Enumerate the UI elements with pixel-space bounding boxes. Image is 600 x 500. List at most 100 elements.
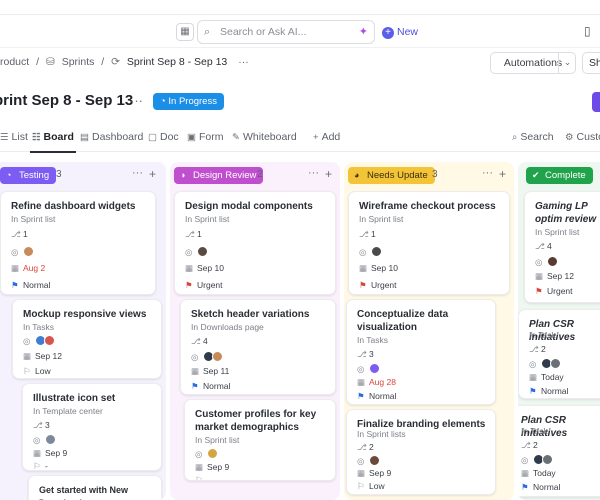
more-icon[interactable]: ··· [132, 167, 143, 179]
status-testing-icon: ◔ [6, 170, 12, 180]
avatar[interactable] [371, 246, 382, 257]
breadcrumb-current[interactable]: Sprint Sep 8 - Sep 13 [127, 56, 227, 68]
column-design-review: ◑ Design Review 2 ··· + Design modal comp… [170, 162, 340, 500]
breadcrumb-sprints[interactable]: Sprints [62, 56, 95, 68]
search-input[interactable]: ⌕ Search or Ask AI... ✦ [197, 20, 375, 44]
avatar[interactable] [197, 246, 208, 257]
column-testing: ◔ Testing 3 ··· + Refine dashboard widget… [0, 162, 166, 500]
avatar[interactable] [547, 256, 558, 267]
task-card[interactable]: Illustrate icon set In Template center ⎇… [22, 383, 162, 471]
avatar[interactable] [369, 455, 380, 466]
tab-whiteboard-label: Whiteboard [242, 131, 297, 143]
form-icon: ▣ [187, 132, 196, 143]
due-date: Sep 12 [35, 351, 62, 361]
clipboard-icon[interactable]: ▯ [584, 24, 591, 38]
calendar-icon: ▦ [357, 468, 366, 478]
column-header: ◑ Design Review 2 ··· + [170, 167, 340, 185]
task-card[interactable]: Plan CSR initiatives In Task ⎇ 2 ◎ ▦ Today… [518, 405, 600, 497]
card-title: Wireframe checkout process [359, 201, 496, 212]
due-date: Sep 12 [547, 271, 574, 281]
status-badge[interactable]: ✔ Complete [526, 167, 593, 184]
task-card[interactable]: Get started with New Download [28, 475, 162, 500]
calendar-icon: ▦ [185, 263, 194, 273]
page-title: print Sep 8 - Sep 13 [0, 92, 134, 109]
status-badge[interactable]: ◔ In Progress [153, 93, 224, 110]
tab-doc[interactable]: ▢ Doc [148, 131, 179, 143]
top-bar: ▦ ⌕ Search or Ask AI... ✦ + New ▯ [0, 14, 600, 48]
assignee-icon: ◎ [23, 336, 31, 346]
breadcrumb-more[interactable]: ··· [238, 56, 249, 68]
breadcrumb-separator: / [101, 56, 105, 68]
avatar[interactable] [45, 434, 56, 445]
avatar[interactable] [44, 335, 55, 346]
column-count: 3 [432, 169, 438, 180]
task-card[interactable]: Sketch header variations In Downloads pa… [180, 299, 336, 395]
avatar[interactable] [23, 246, 34, 257]
column-header: ◔ Testing 3 ··· + [0, 167, 166, 185]
breadcrumb: roduct / ⛁ Sprints / ⟳ Sprint Sep 8 - Se… [0, 56, 253, 72]
more-icon[interactable]: ··· [130, 93, 143, 108]
avatar[interactable] [550, 358, 561, 369]
assignee-icon: ◎ [535, 257, 543, 267]
column-header: ✔ Complete [518, 167, 600, 185]
tab-whiteboard[interactable]: ✎ Whiteboard [232, 131, 297, 143]
calendar-icon: ▦ [191, 366, 200, 376]
task-card[interactable]: Finalize branding elements In Sprint lis… [346, 409, 496, 495]
card-location: In Downloads page [191, 322, 264, 332]
more-icon[interactable]: ··· [482, 167, 493, 179]
avatar[interactable] [212, 351, 223, 362]
flag-icon: ⚐ [23, 366, 31, 376]
task-card[interactable]: Conceptualize data visualization In Task… [346, 299, 496, 405]
action-button[interactable] [592, 92, 600, 112]
ai-sparkle-icon: ✦ [358, 26, 368, 38]
tab-dashboard[interactable]: ▤ Dashboard [80, 131, 143, 143]
share-label: Sh [589, 57, 600, 69]
card-location: In Task [521, 426, 548, 436]
tab-form[interactable]: ▣ Form [187, 131, 223, 143]
task-card[interactable]: Plan CSR initiatives In Task ⎇ 2 ◎ ▦ Today… [518, 309, 600, 399]
share-button[interactable]: Sh [582, 52, 600, 74]
tab-board[interactable]: ☷ Board [30, 131, 76, 153]
priority-label: - [207, 475, 210, 481]
status-badge[interactable]: ◕ Needs Update [348, 167, 435, 184]
calendar-icon[interactable]: ▦ [176, 23, 194, 41]
flag-icon: ⚑ [521, 482, 529, 492]
column-title: Testing [19, 170, 50, 181]
task-card[interactable]: Design modal components In Sprint list ⎇… [174, 191, 336, 295]
assignee-icon: ◎ [195, 449, 203, 459]
due-date: Sep 10 [197, 263, 224, 273]
task-card[interactable]: Customer profiles for key market demogra… [184, 399, 336, 481]
task-card[interactable]: Wireframe checkout process In Sprint lis… [348, 191, 510, 295]
plus-icon[interactable]: + [325, 167, 332, 181]
subtask-count: 1 [23, 229, 28, 239]
column-title: Complete [545, 170, 586, 181]
card-location: In Sprint list [11, 214, 56, 224]
new-button[interactable]: + New [382, 23, 418, 41]
add-view-button[interactable]: + Add [313, 131, 340, 143]
avatar[interactable] [369, 363, 380, 374]
status-badge[interactable]: ◔ Testing [0, 167, 57, 184]
avatar[interactable] [207, 448, 218, 459]
due-date: Aug 2 [23, 263, 46, 273]
status-badge[interactable]: ◑ Design Review [174, 167, 264, 184]
priority-label: - [45, 461, 48, 471]
breadcrumb-product[interactable]: roduct [0, 56, 29, 68]
subtask-icon: ⎇ [529, 344, 539, 354]
chevron-down-icon[interactable]: ⌄ [558, 52, 576, 74]
task-card[interactable]: Mockup responsive views In Tasks ◎ ▦ Sep … [12, 299, 162, 379]
tab-dashboard-label: Dashboard [91, 131, 144, 143]
avatar[interactable] [542, 454, 553, 465]
tab-list[interactable]: ☰ List [0, 131, 28, 143]
board-search-button[interactable]: ⌕ Search [512, 131, 554, 143]
tab-doc-label: Doc [159, 131, 179, 143]
more-icon[interactable]: ··· [308, 167, 319, 179]
task-card[interactable]: Refine dashboard widgets In Sprint list … [0, 191, 156, 295]
task-card[interactable]: Gaming LP optim review In Sprint list ⎇ 4… [524, 191, 600, 303]
plus-icon[interactable]: + [149, 167, 156, 181]
calendar-icon: ▦ [521, 468, 530, 478]
flag-icon: ⚑ [11, 280, 19, 290]
customize-button[interactable]: ⚙Custom [565, 131, 600, 143]
plus-icon[interactable]: + [499, 167, 506, 181]
board-search-label: Search [520, 131, 554, 143]
column-count: 3 [56, 169, 62, 180]
